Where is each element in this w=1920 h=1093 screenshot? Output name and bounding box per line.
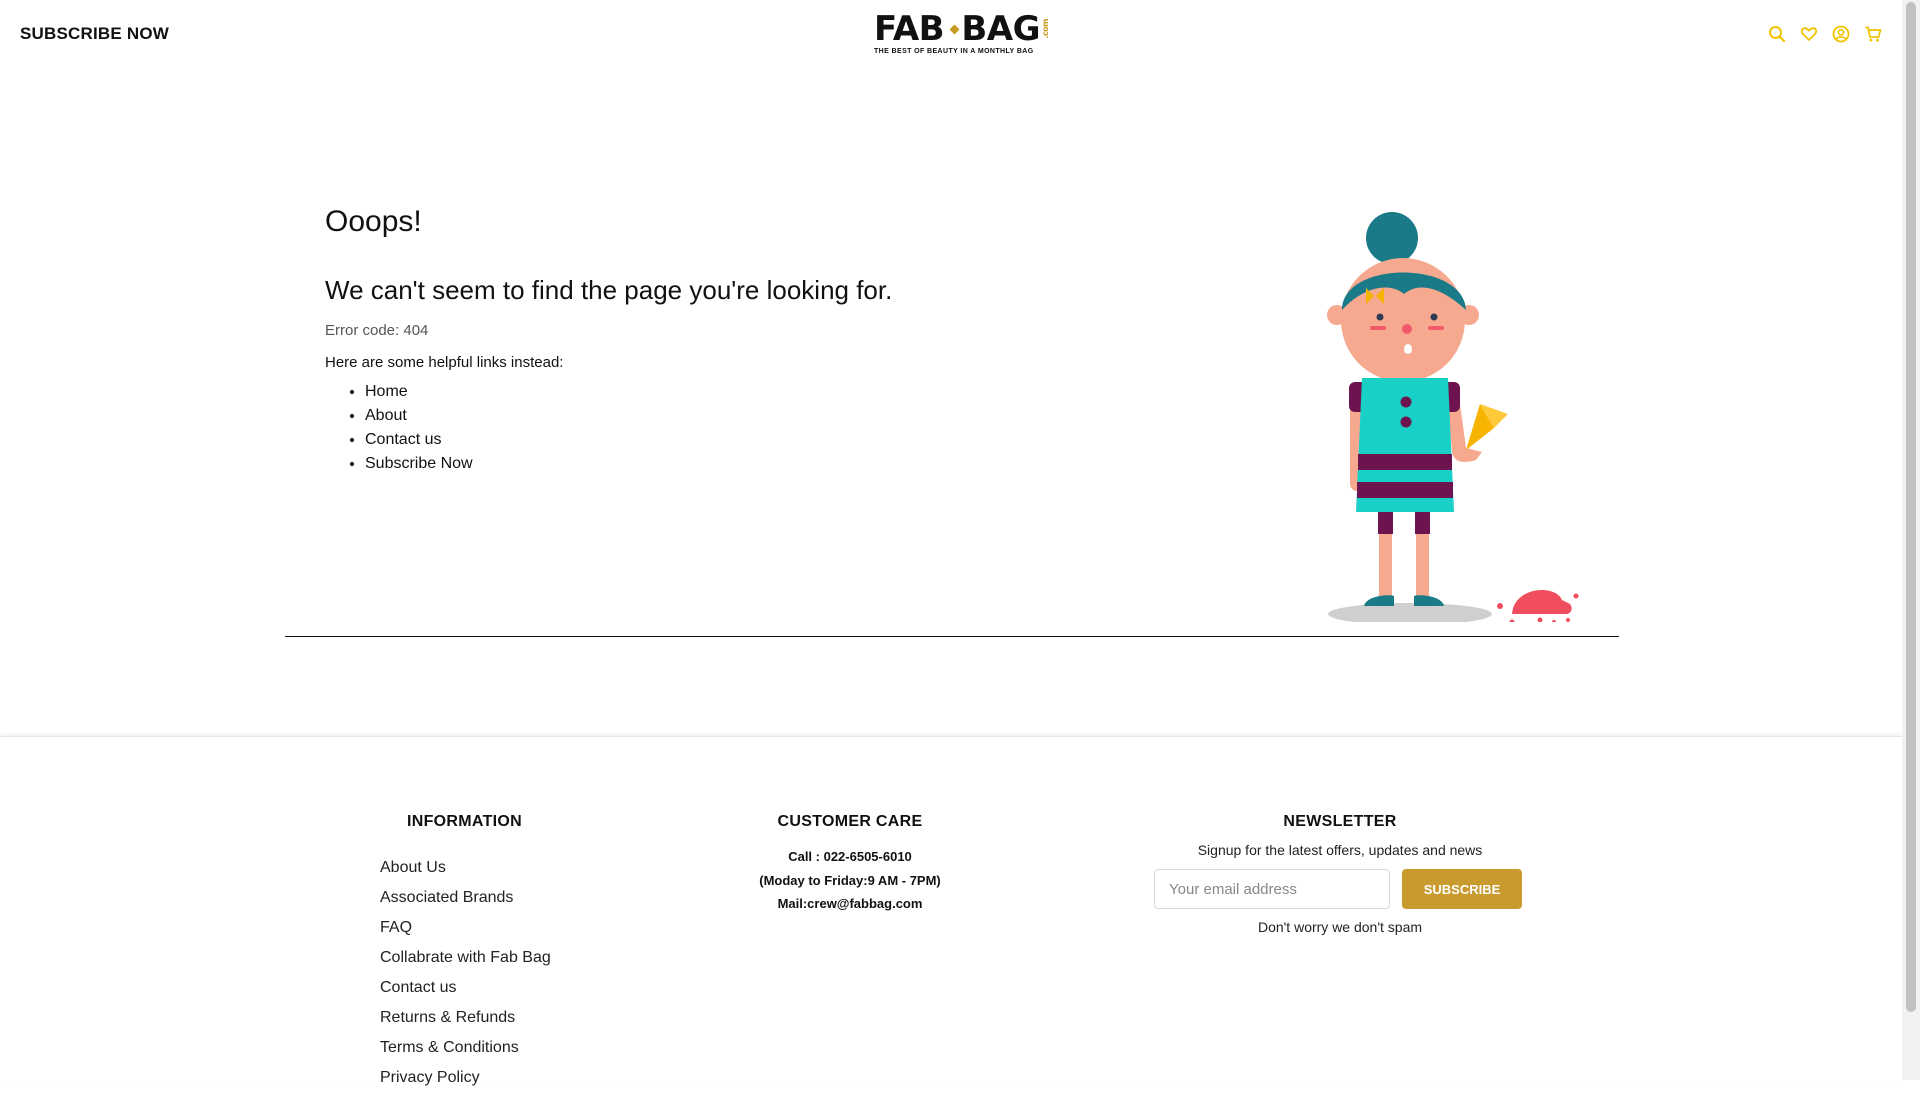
error-title: Ooops!: [325, 205, 422, 238]
about-us-link[interactable]: About Us: [380, 853, 551, 883]
newsletter-subscribe-button[interactable]: SUBSCRIBE: [1402, 869, 1522, 909]
error-message: We can't seem to find the page you're lo…: [325, 275, 893, 305]
newsletter-no-spam-note: Don't worry we don't spam: [1257, 919, 1423, 935]
information-heading: INFORMATION: [407, 813, 522, 830]
logo-bag-text: BAG: [961, 9, 1040, 49]
about-link[interactable]: About: [365, 407, 407, 424]
girl-dropped-icecream-illustration: [1327, 212, 1579, 622]
search-icon[interactable]: [1768, 25, 1786, 43]
subscribe-now-link[interactable]: SUBSCRIBE NOW: [20, 24, 169, 44]
footer-contact-us-link[interactable]: Contact us: [380, 973, 551, 1003]
helpful-link-item: Home: [365, 380, 473, 404]
helpful-link-item: Contact us: [365, 428, 473, 452]
logo-com-text: .com: [1041, 19, 1050, 39]
helpful-links-intro: Here are some helpful links instead:: [325, 354, 564, 371]
logo-diamond-icon: [948, 23, 957, 36]
site-footer: INFORMATION About Us Associated Brands F…: [0, 736, 1902, 1086]
content-divider: [285, 636, 1619, 637]
newsletter-email-input[interactable]: [1154, 869, 1390, 909]
header-icon-group: [1768, 25, 1882, 43]
cart-icon[interactable]: [1864, 25, 1882, 43]
logo-fab-text: FAB: [874, 9, 945, 49]
scrollbar-thumb[interactable]: [1906, 2, 1916, 1012]
helpful-link-item: Subscribe Now: [365, 452, 473, 476]
returns-refunds-link[interactable]: Returns & Refunds: [380, 1003, 551, 1033]
user-icon[interactable]: [1832, 25, 1850, 43]
terms-conditions-link[interactable]: Terms & Conditions: [380, 1033, 551, 1063]
site-header: SUBSCRIBE NOW FAB BAG .com THE BEST OF B…: [0, 0, 1902, 70]
fabbag-logo[interactable]: FAB BAG .com THE BEST OF BEAUTY IN A MON…: [874, 12, 1050, 55]
subscribe-now-helpful-link[interactable]: Subscribe Now: [365, 455, 473, 472]
faq-link[interactable]: FAQ: [380, 913, 551, 943]
care-email: Mail:crew@fabbag.com: [777, 896, 923, 911]
home-link[interactable]: Home: [365, 383, 408, 400]
logo-tagline: THE BEST OF BEAUTY IN A MONTHLY BAG: [874, 48, 1034, 55]
care-hours: (Moday to Friday:9 AM - 7PM): [759, 873, 941, 888]
associated-brands-link[interactable]: Associated Brands: [380, 883, 551, 913]
helpful-links-list: Home About Contact us Subscribe Now: [325, 380, 473, 476]
newsletter-heading: NEWSLETTER: [1283, 813, 1397, 830]
error-page-content: Ooops! We can't seem to find the page yo…: [0, 70, 1902, 736]
page-scrollbar[interactable]: [1902, 0, 1920, 1080]
contact-us-link[interactable]: Contact us: [365, 431, 441, 448]
care-phone: Call : 022-6505-6010: [788, 849, 912, 864]
helpful-link-item: About: [365, 404, 473, 428]
information-links: About Us Associated Brands FAQ Collabrat…: [380, 853, 551, 1093]
collaborate-link[interactable]: Collabrate with Fab Bag: [380, 943, 551, 973]
customer-care-heading: CUSTOMER CARE: [777, 813, 923, 830]
error-code: Error code: 404: [325, 322, 429, 339]
heart-icon[interactable]: [1800, 25, 1818, 43]
newsletter-subtitle: Signup for the latest offers, updates an…: [1197, 842, 1483, 858]
privacy-policy-link[interactable]: Privacy Policy: [380, 1063, 551, 1093]
logo-wordmark: FAB BAG .com: [874, 12, 1050, 46]
